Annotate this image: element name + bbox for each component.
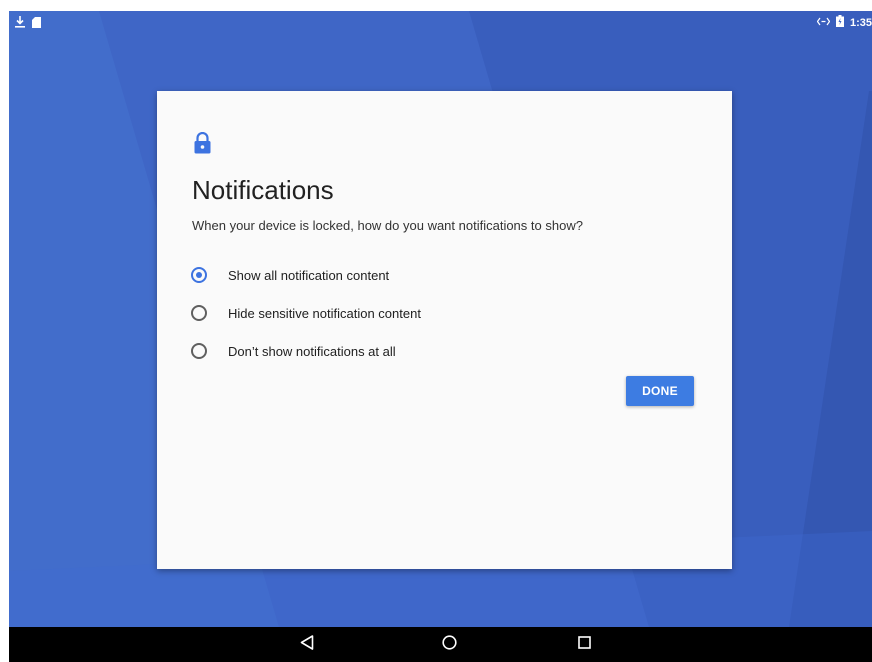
option-label: Hide sensitive notification content	[228, 305, 421, 321]
recents-icon	[577, 635, 591, 654]
home-icon	[441, 634, 457, 655]
status-left-icons	[15, 15, 41, 33]
clock: 1:35	[849, 16, 872, 29]
notification-options: Show all notification content Hide sensi…	[191, 256, 691, 370]
data-transfer-icon	[816, 17, 831, 29]
option-label: Show all notification content	[228, 267, 390, 283]
sd-card-icon	[32, 15, 41, 33]
option-hide-sensitive[interactable]: Hide sensitive notification content	[191, 294, 691, 332]
home-button[interactable]	[429, 627, 469, 662]
device-screen: 1:35 Notifications When your device is l…	[9, 11, 872, 662]
radio-dont-show[interactable]	[191, 343, 207, 359]
done-button[interactable]: DONE	[626, 376, 694, 406]
dialog-title: Notifications	[192, 175, 334, 205]
dialog-subtitle: When your device is locked, how do you w…	[192, 218, 583, 233]
status-bar: 1:35	[9, 11, 872, 35]
option-show-all[interactable]: Show all notification content	[191, 256, 691, 294]
back-icon	[300, 634, 314, 655]
lock-icon	[194, 131, 211, 159]
notifications-dialog: Notifications When your device is locked…	[157, 91, 732, 569]
option-label: Don’t show notifications at all	[228, 343, 396, 359]
download-icon	[15, 15, 25, 33]
battery-icon	[835, 15, 844, 30]
radio-hide-sensitive[interactable]	[191, 305, 207, 321]
back-button[interactable]	[287, 627, 327, 662]
option-dont-show[interactable]: Don’t show notifications at all	[191, 332, 691, 370]
status-right-icons: 1:35	[816, 15, 872, 30]
radio-show-all[interactable]	[191, 267, 207, 283]
recents-button[interactable]	[564, 627, 604, 662]
navigation-bar	[9, 627, 872, 662]
